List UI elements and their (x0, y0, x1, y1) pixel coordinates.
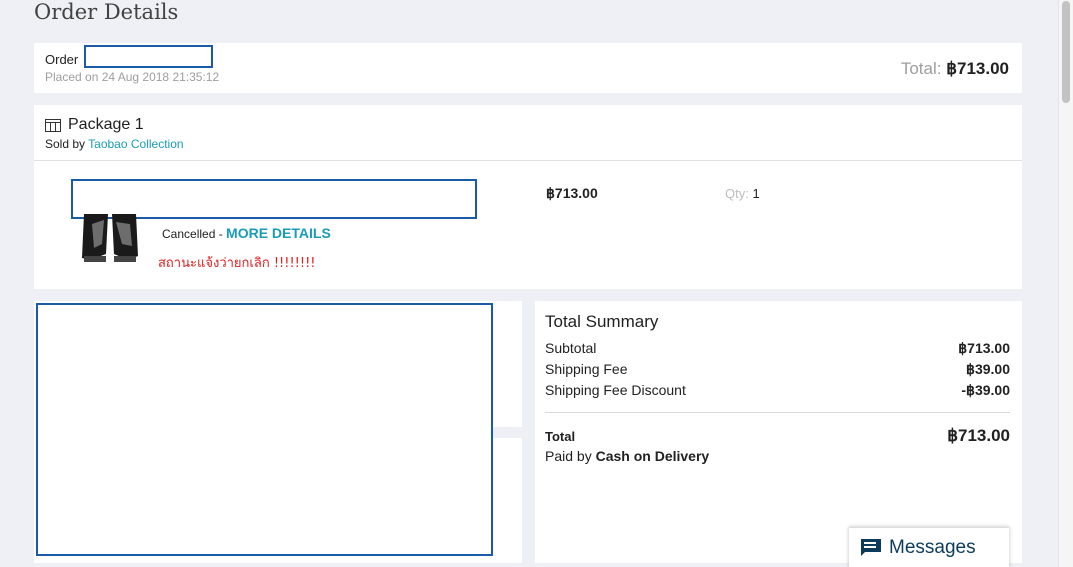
order-label: Order (45, 52, 79, 67)
qty-label: Qty: (725, 186, 749, 201)
item-qty: Qty: 1 (725, 186, 760, 201)
item-status: Cancelled - MORE DETAILS (162, 225, 331, 241)
sold-by-label: Sold by (45, 137, 86, 151)
summary-total-value: ฿713.00 (947, 426, 1010, 445)
page-title: Order Details (34, 0, 179, 24)
scrollbar[interactable] (1058, 0, 1073, 567)
sold-by: Sold by Taobao Collection (45, 137, 184, 151)
item-price: ฿713.00 (546, 185, 598, 201)
qty-value: 1 (752, 186, 760, 201)
summary-total: Total ฿713.00 (545, 426, 1010, 446)
order-placed-date: Placed on 24 Aug 2018 21:35:12 (45, 70, 220, 84)
package-card: Package 1 Sold by Taobao Collection Canc… (34, 105, 1022, 289)
order-total-label: Total: (900, 59, 942, 78)
chat-icon (861, 538, 881, 556)
package-icon (45, 118, 61, 132)
seller-link[interactable]: Taobao Collection (88, 137, 183, 151)
total-summary-card: Total Summary Subtotal ฿713.00 Shipping … (535, 301, 1022, 563)
summary-title: Total Summary (545, 312, 659, 331)
cancel-note: สถานะแจ้งว่ายกเลิก !!!!!!!! (158, 256, 316, 271)
status-text: Cancelled (162, 227, 216, 241)
order-card: Order Placed on 24 Aug 2018 21:35:12 Tot… (34, 43, 1022, 93)
summary-row-subtotal: Subtotal ฿713.00 (545, 340, 1010, 356)
payment-method: Cash on Delivery (595, 448, 710, 464)
item-title-redacted (71, 179, 477, 219)
summary-row-shipping-fee: Shipping Fee ฿39.00 (545, 361, 1010, 377)
more-details-link[interactable]: MORE DETAILS (226, 225, 331, 241)
package-divider (34, 160, 1022, 161)
product-thumbnail[interactable] (78, 214, 140, 266)
summary-row-shipping-discount: Shipping Fee Discount -฿39.00 (545, 382, 1010, 398)
summary-divider (545, 412, 1010, 413)
package-title: Package 1 (68, 116, 144, 133)
order-total: Total: ฿713.00 (901, 59, 1009, 79)
paid-by: Paid by Cash on Delivery (545, 448, 710, 464)
address-redacted (36, 303, 493, 556)
order-number-redacted (84, 45, 213, 68)
address-card (34, 301, 522, 563)
order-total-value: ฿713.00 (946, 59, 1009, 78)
messages-button[interactable]: Messages (849, 527, 1009, 567)
messages-label: Messages (889, 536, 976, 558)
package-header: Package 1 (45, 116, 144, 134)
scrollbar-thumb[interactable] (1062, 1, 1070, 103)
card-gap (493, 427, 522, 438)
summary-total-label: Total (545, 429, 576, 444)
